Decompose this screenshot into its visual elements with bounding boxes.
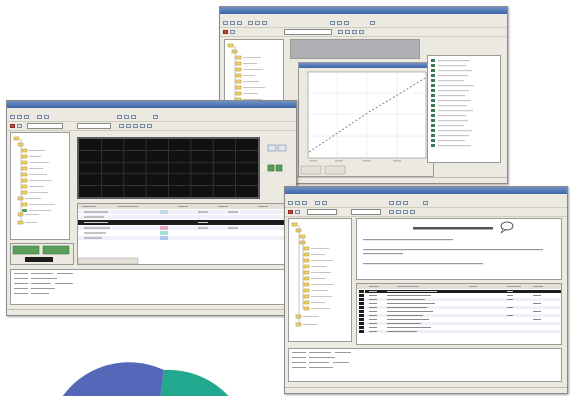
cut-icon[interactable]: [248, 21, 253, 25]
data-table[interactable]: [356, 283, 562, 345]
stop-icon[interactable]: [337, 21, 342, 25]
title-bar[interactable]: [285, 187, 567, 194]
pause-icon[interactable]: [230, 30, 235, 34]
tree-items: [291, 222, 334, 327]
run-icon[interactable]: [330, 21, 335, 25]
pie-slice-teal: [160, 369, 229, 396]
export-icon[interactable]: [147, 124, 152, 128]
device-tabs: [12, 245, 70, 262]
filter-field[interactable]: [351, 209, 381, 215]
new-icon[interactable]: [288, 201, 293, 205]
search-field[interactable]: [27, 123, 63, 129]
search-field[interactable]: [307, 209, 337, 215]
window-title: [285, 188, 288, 193]
device-panel[interactable]: [10, 243, 74, 265]
document-text: [363, 221, 543, 265]
zoom-icon[interactable]: [423, 201, 428, 205]
open-icon[interactable]: [17, 115, 22, 119]
title-bar[interactable]: [220, 7, 507, 14]
scope-controls: [266, 141, 290, 181]
step-icon[interactable]: [131, 115, 136, 119]
copy-icon[interactable]: [255, 21, 260, 25]
log-lines: [14, 273, 73, 294]
zoom-icon[interactable]: [370, 21, 375, 25]
window-document: [284, 186, 568, 394]
toolbar-secondary: [220, 28, 507, 37]
run-icon[interactable]: [389, 201, 394, 205]
legend-list[interactable]: [427, 55, 501, 163]
filter-field[interactable]: [77, 123, 111, 129]
channel-table[interactable]: [77, 203, 293, 265]
stop-icon[interactable]: [124, 115, 129, 119]
line-plot: [300, 71, 427, 175]
chart-icon[interactable]: [410, 210, 415, 214]
table-rows: [357, 284, 561, 333]
plot-window: [298, 62, 434, 177]
title-bar[interactable]: [7, 101, 296, 108]
step-icon[interactable]: [403, 201, 408, 205]
window-title: [220, 8, 223, 13]
copy-icon[interactable]: [44, 115, 49, 119]
toolbar: [7, 113, 296, 122]
filter-icon[interactable]: [119, 124, 124, 128]
save-icon[interactable]: [237, 21, 242, 25]
cut-icon[interactable]: [37, 115, 42, 119]
record-icon[interactable]: [223, 30, 228, 34]
open-icon[interactable]: [230, 21, 235, 25]
stop-icon[interactable]: [396, 201, 401, 205]
sort-icon[interactable]: [345, 30, 350, 34]
project-tree[interactable]: [10, 132, 70, 240]
toolbar: [220, 19, 507, 28]
status-bar: [7, 309, 296, 315]
new-icon[interactable]: [223, 21, 228, 25]
sort-icon[interactable]: [126, 124, 131, 128]
document-pane: [356, 218, 562, 280]
step-icon[interactable]: [344, 21, 349, 25]
toolbar-secondary: [7, 122, 296, 131]
oscilloscope-screen[interactable]: [77, 137, 260, 199]
toolbar: [285, 199, 567, 208]
control-icons: [267, 144, 287, 172]
filter-icon[interactable]: [338, 30, 343, 34]
legend-entries: [431, 59, 474, 147]
cut-icon[interactable]: [315, 201, 320, 205]
comment-bubble-icon: [500, 221, 514, 234]
record-icon[interactable]: [288, 210, 293, 214]
channel-rows: [78, 204, 292, 264]
paste-icon[interactable]: [262, 21, 267, 25]
save-icon[interactable]: [24, 115, 29, 119]
new-icon[interactable]: [10, 115, 15, 119]
filter-icon[interactable]: [389, 210, 394, 214]
scope-grid: [79, 139, 258, 197]
status-bar: [285, 387, 567, 393]
grid-icon[interactable]: [403, 210, 408, 214]
grid-icon[interactable]: [133, 124, 138, 128]
search-field[interactable]: [284, 29, 332, 35]
output-log[interactable]: [10, 269, 292, 305]
log-lines: [292, 352, 351, 368]
pause-icon[interactable]: [17, 124, 22, 128]
zoom-icon[interactable]: [153, 115, 158, 119]
save-icon[interactable]: [302, 201, 307, 205]
chart-icon[interactable]: [359, 30, 364, 34]
output-log[interactable]: [288, 348, 562, 382]
chart-icon[interactable]: [140, 124, 145, 128]
pause-icon[interactable]: [295, 210, 300, 214]
gray-panel: [290, 39, 420, 59]
record-icon[interactable]: [10, 124, 15, 128]
pie-slice-blue: [62, 362, 164, 396]
grid-icon[interactable]: [352, 30, 357, 34]
open-icon[interactable]: [295, 201, 300, 205]
toolbar-secondary: [285, 208, 567, 217]
tree-items: [13, 136, 55, 225]
copy-icon[interactable]: [322, 201, 327, 205]
sort-icon[interactable]: [396, 210, 401, 214]
window-title: [7, 102, 10, 107]
run-icon[interactable]: [117, 115, 122, 119]
window-oscilloscope: [6, 100, 297, 316]
project-tree[interactable]: [288, 218, 352, 342]
